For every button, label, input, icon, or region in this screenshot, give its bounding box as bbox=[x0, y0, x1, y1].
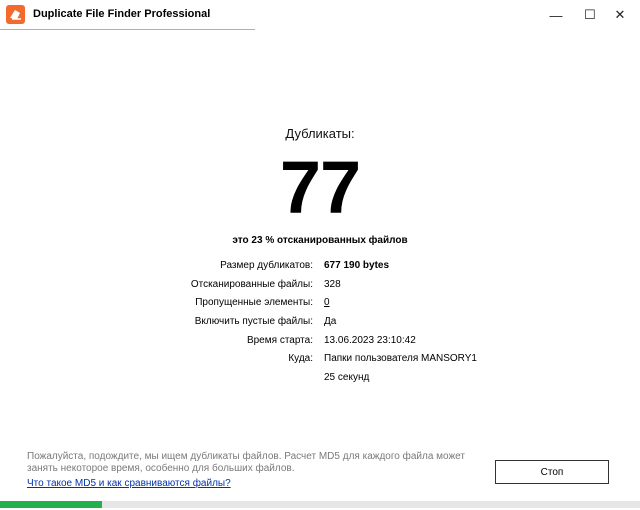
stat-label: Отсканированные файлы: bbox=[190, 279, 313, 290]
stat-row-elapsed: 25 секунд bbox=[0, 372, 640, 390]
stat-row-empty-files: Включить пустые файлы: Да bbox=[0, 316, 640, 334]
stat-value: 677 190 bytes bbox=[324, 260, 390, 271]
progress-bar bbox=[0, 501, 640, 508]
stat-label: Размер дубликатов: bbox=[220, 260, 313, 271]
stat-label: Пропущенные элементы: bbox=[195, 297, 313, 308]
duplicates-label: Дубликаты: bbox=[285, 126, 355, 141]
stat-value: 328 bbox=[324, 279, 341, 290]
stat-row-start-time: Время старта: 13.06.2023 23:10:42 bbox=[0, 335, 640, 353]
title-bar: Duplicate File Finder Professional — ☐ ✕ bbox=[0, 0, 640, 30]
duplicates-count: 77 bbox=[279, 146, 361, 229]
window-title: Duplicate File Finder Professional bbox=[33, 8, 211, 20]
stat-label: Куда: bbox=[288, 353, 313, 364]
stat-label: Включить пустые файлы: bbox=[194, 316, 313, 327]
stat-row-size: Размер дубликатов: 677 190 bytes bbox=[0, 260, 640, 278]
app-logo-icon bbox=[6, 5, 25, 24]
stat-label: Время старта: bbox=[246, 335, 313, 346]
stat-value: Папки пользователя MANSORY1 bbox=[324, 353, 477, 364]
title-accent-line bbox=[0, 29, 255, 30]
skipped-items-link[interactable]: 0 bbox=[324, 297, 330, 308]
md5-help-link[interactable]: Что такое MD5 и как сравниваются файлы? bbox=[27, 478, 231, 489]
stop-button[interactable]: Стоп bbox=[495, 460, 609, 484]
stat-row-skipped: Пропущенные элементы: 0 bbox=[0, 297, 640, 315]
info-text: Пожалуйста, подождите, мы ищем дубликаты… bbox=[27, 451, 465, 474]
stat-value: Да bbox=[324, 316, 337, 327]
progress-fill bbox=[0, 501, 103, 508]
percent-scanned: это 23 % отсканированных файлов bbox=[232, 235, 408, 246]
elapsed-time: 25 секунд bbox=[324, 372, 370, 383]
stat-row-location: Куда: Папки пользователя MANSORY1 bbox=[0, 353, 640, 371]
stat-value: 13.06.2023 23:10:42 bbox=[324, 335, 416, 346]
stat-row-scanned: Отсканированные файлы: 328 bbox=[0, 279, 640, 297]
close-button[interactable]: ✕ bbox=[600, 0, 640, 30]
